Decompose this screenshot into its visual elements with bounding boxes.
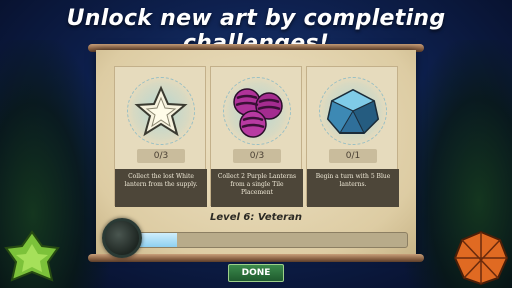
orange-lantern-icon — [453, 230, 509, 286]
challenge-progress-2: 0/3 — [233, 149, 281, 163]
challenge-card-1[interactable]: 0/3 Collect the lost White lantern from … — [114, 66, 207, 207]
challenge-art-2 — [211, 67, 303, 157]
challenge-scroll: 0/3 Collect the lost White lantern from … — [96, 50, 416, 256]
level-panel: Level 6: Veteran — [104, 212, 408, 252]
scroll-rod-bottom — [88, 254, 424, 262]
level-title: Level 6: Veteran — [210, 212, 302, 223]
challenge-art-3 — [307, 67, 399, 157]
challenge-progress-3: 0/1 — [329, 149, 377, 163]
purple-lanterns-icon — [233, 88, 283, 138]
white-star-lantern-icon — [134, 85, 188, 137]
challenge-card-2[interactable]: 0/3 Collect 2 Purple Lanterns from a sin… — [210, 66, 303, 207]
challenge-art-1 — [115, 67, 207, 157]
level-progress-bar — [104, 232, 408, 248]
level-emblem-icon — [102, 218, 142, 258]
done-button[interactable]: DONE — [228, 264, 284, 282]
challenge-description-1: Collect the lost White lantern from the … — [115, 169, 207, 207]
challenge-progress-1: 0/3 — [137, 149, 185, 163]
blue-lantern-icon — [326, 88, 380, 134]
green-lantern-icon — [4, 230, 60, 282]
challenge-card-3[interactable]: 0/1 Begin a turn with 5 Blue lanterns. — [306, 66, 399, 207]
challenge-description-2: Collect 2 Purple Lanterns from a single … — [211, 169, 303, 207]
challenge-description-3: Begin a turn with 5 Blue lanterns. — [307, 169, 399, 207]
